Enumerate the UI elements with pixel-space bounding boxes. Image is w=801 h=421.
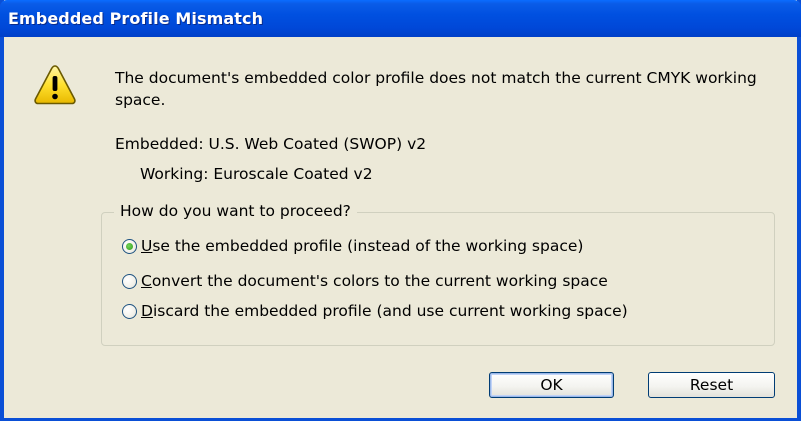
warning-icon xyxy=(34,65,76,105)
ok-button[interactable]: OK xyxy=(489,372,614,398)
dialog-title: Embedded Profile Mismatch xyxy=(8,9,264,28)
option-discard-label: Discard the embedded profile (and use cu… xyxy=(141,302,628,320)
embedded-profile-label: Embedded: U.S. Web Coated (SWOP) v2 xyxy=(115,135,427,153)
option-use-embedded[interactable]: Use the embedded profile (instead of the… xyxy=(122,235,583,257)
mnemonic-d: D xyxy=(141,302,153,320)
option-discard[interactable]: Discard the embedded profile (and use cu… xyxy=(122,300,628,322)
option-use-embedded-label: Use the embedded profile (instead of the… xyxy=(141,237,583,255)
reset-button[interactable]: Reset xyxy=(648,372,775,398)
option-text: iscard the embedded profile (and use cur… xyxy=(152,302,628,320)
option-convert[interactable]: Convert the document's colors to the cur… xyxy=(122,270,608,292)
working-profile-label: Working: Euroscale Coated v2 xyxy=(140,165,373,183)
option-text: se the embedded profile (instead of the … xyxy=(152,237,584,255)
radio-discard[interactable] xyxy=(122,303,137,319)
groupbox-legend: How do you want to proceed? xyxy=(114,202,357,220)
mnemonic-c: C xyxy=(141,272,152,290)
option-convert-label: Convert the document's colors to the cur… xyxy=(141,272,608,290)
radio-convert[interactable] xyxy=(122,273,137,289)
message-text: The document's embedded color profile do… xyxy=(115,69,757,109)
radio-use-embedded[interactable] xyxy=(122,238,137,254)
mnemonic-u: U xyxy=(141,237,153,255)
title-bar[interactable]: Embedded Profile Mismatch xyxy=(0,0,801,37)
option-text: onvert the document's colors to the curr… xyxy=(151,272,608,290)
